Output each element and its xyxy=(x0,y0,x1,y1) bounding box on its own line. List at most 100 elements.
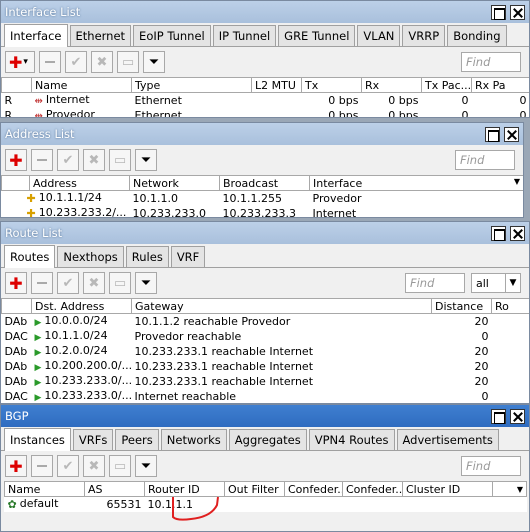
column-header-label: Interface xyxy=(313,176,363,190)
filter-button[interactable]: ⏷ xyxy=(135,149,157,171)
close-icon[interactable] xyxy=(510,4,525,20)
close-icon[interactable] xyxy=(510,408,525,424)
tab-vrf[interactable]: VRF xyxy=(170,246,206,267)
sort-down-icon[interactable]: ▼ xyxy=(517,485,523,494)
comment-button[interactable]: ▭ xyxy=(109,272,131,294)
maximize-icon[interactable] xyxy=(491,4,506,20)
chevron-down-icon[interactable]: ▼ xyxy=(505,274,520,292)
bgp-find-input[interactable]: Find xyxy=(461,456,521,476)
tab-routes[interactable]: Routes xyxy=(4,245,56,268)
maximize-icon[interactable] xyxy=(491,225,506,241)
disable-button[interactable]: ✖ xyxy=(83,455,105,477)
column-header[interactable]: Tx Pac... xyxy=(421,77,472,93)
column-header[interactable]: Confeder... xyxy=(284,481,343,497)
tab-ip-tunnel[interactable]: IP Tunnel xyxy=(212,25,277,46)
filter-button[interactable]: ⏷ xyxy=(135,455,157,477)
bgp-titlebar[interactable]: BGP xyxy=(1,405,529,427)
disable-button[interactable]: ✖ xyxy=(91,51,113,73)
disable-button[interactable]: ✖ xyxy=(83,149,105,171)
column-header[interactable]: Rx Pa xyxy=(471,77,529,93)
add-button[interactable]: ✚ xyxy=(5,51,35,73)
table-row[interactable]: ✚ 10.233.233.2/... 10.233.233.0 10.233.23… xyxy=(2,206,524,217)
column-header[interactable]: L2 MTU xyxy=(251,77,302,93)
table-row[interactable]: R ⇹ Provedor Ethernet 0 bps 0 bps 0 0 xyxy=(2,108,530,117)
column-header[interactable]: Ro xyxy=(491,298,529,314)
sort-down-icon[interactable]: ▼ xyxy=(514,177,520,186)
interface-list-titlebar[interactable]: Interface List xyxy=(1,1,529,23)
column-header[interactable]: Type xyxy=(131,77,252,93)
address-list-titlebar[interactable]: Address List xyxy=(1,123,523,145)
maximize-icon[interactable] xyxy=(485,126,500,142)
enable-button[interactable]: ✔ xyxy=(57,149,79,171)
tab-vlan[interactable]: VLAN xyxy=(357,25,401,46)
tab-advertisements[interactable]: Advertisements xyxy=(396,429,499,450)
column-menu[interactable]: ▼ xyxy=(492,481,527,497)
add-button[interactable]: ✚ xyxy=(5,149,27,171)
maximize-icon[interactable] xyxy=(491,408,506,424)
column-header[interactable]: AS xyxy=(84,481,145,497)
column-header[interactable]: Tx xyxy=(301,77,362,93)
remove-button[interactable] xyxy=(31,455,53,477)
column-header[interactable]: Confeder... xyxy=(342,481,403,497)
remove-button[interactable] xyxy=(31,149,53,171)
tab-peers[interactable]: Peers xyxy=(115,429,159,450)
column-header[interactable]: Name xyxy=(31,77,132,93)
table-row[interactable]: DAb ▶ 10.0.0.0/24 10.1.1.2 reachable Prov… xyxy=(2,314,530,329)
enable-button[interactable]: ✔ xyxy=(57,455,79,477)
column-header[interactable]: Address xyxy=(29,175,130,191)
table-row[interactable]: R ⇹ Internet Ethernet 0 bps 0 bps 0 0 xyxy=(2,93,530,108)
table-row[interactable]: DAC ▶ 10.233.233.0/... Internet reachable… xyxy=(2,389,530,403)
table-row[interactable]: DAb ▶ 10.200.200.0/... 10.233.233.1 reach… xyxy=(2,359,530,374)
tab-nexthops[interactable]: Nexthops xyxy=(57,246,124,267)
route-filter-select[interactable]: all ▼ xyxy=(471,273,521,293)
column-header[interactable] xyxy=(1,175,30,191)
tab-rules[interactable]: Rules xyxy=(125,246,169,267)
column-header[interactable] xyxy=(1,298,32,314)
enable-button[interactable]: ✔ xyxy=(57,272,79,294)
column-header[interactable]: Cluster ID xyxy=(402,481,493,497)
tab-vrfs[interactable]: VRFs xyxy=(72,429,114,450)
column-header[interactable]: Network xyxy=(129,175,220,191)
enable-button[interactable]: ✔ xyxy=(65,51,87,73)
tab-networks[interactable]: Networks xyxy=(160,429,227,450)
remove-button[interactable] xyxy=(39,51,61,73)
comment-button[interactable]: ▭ xyxy=(109,149,131,171)
disable-button[interactable]: ✖ xyxy=(83,272,105,294)
table-row[interactable]: DAb ▶ 10.233.233.0/... 10.233.233.1 reach… xyxy=(2,374,530,389)
tab-bonding[interactable]: Bonding xyxy=(447,25,507,46)
column-header[interactable]: Gateway xyxy=(131,298,432,314)
tab-vpn4-routes[interactable]: VPN4 Routes xyxy=(308,429,395,450)
column-header[interactable]: Broadcast xyxy=(219,175,310,191)
address-find-input[interactable]: Find xyxy=(455,150,515,170)
tab-interface[interactable]: Interface xyxy=(4,24,68,47)
column-header[interactable] xyxy=(1,77,32,93)
column-header[interactable]: Distance xyxy=(431,298,492,314)
close-icon[interactable] xyxy=(504,126,519,142)
tab-vrrp[interactable]: VRRP xyxy=(402,25,446,46)
tab-ethernet[interactable]: Ethernet xyxy=(69,25,132,46)
table-row[interactable]: DAC ▶ 10.1.1.0/24 Provedor reachable 0 xyxy=(2,329,530,344)
interface-find-input[interactable]: Find xyxy=(461,52,521,72)
add-button[interactable]: ✚ xyxy=(5,455,27,477)
filter-button[interactable]: ⏷ xyxy=(143,51,165,73)
route-flags: DAb xyxy=(4,374,28,388)
route-find-input[interactable]: Find xyxy=(405,273,465,293)
close-icon[interactable] xyxy=(510,225,525,241)
column-header[interactable]: Dst. Address xyxy=(31,298,132,314)
tab-eoip-tunnel[interactable]: EoIP Tunnel xyxy=(133,25,211,46)
remove-button[interactable] xyxy=(31,272,53,294)
tab-instances[interactable]: Instances xyxy=(4,428,71,451)
comment-button[interactable]: ▭ xyxy=(117,51,139,73)
add-button[interactable]: ✚ xyxy=(5,272,27,294)
table-row[interactable]: ✚ 10.1.1.1/24 10.1.1.0 10.1.1.255 Provedo… xyxy=(2,191,524,206)
column-header[interactable]: Name xyxy=(4,481,85,497)
comment-button[interactable]: ▭ xyxy=(109,455,131,477)
tab-aggregates[interactable]: Aggregates xyxy=(228,429,307,450)
column-header[interactable]: Interface ▼ xyxy=(309,175,523,191)
tab-gre-tunnel[interactable]: GRE Tunnel xyxy=(278,25,356,46)
filter-button[interactable]: ⏷ xyxy=(135,272,157,294)
route-list-titlebar[interactable]: Route List xyxy=(1,222,529,244)
table-row[interactable]: DAb ▶ 10.2.0.0/24 10.233.233.1 reachable … xyxy=(2,344,530,359)
table-row[interactable]: ✿ default 65531 10.1.1.1 xyxy=(5,497,527,512)
column-header[interactable]: Rx xyxy=(361,77,422,93)
